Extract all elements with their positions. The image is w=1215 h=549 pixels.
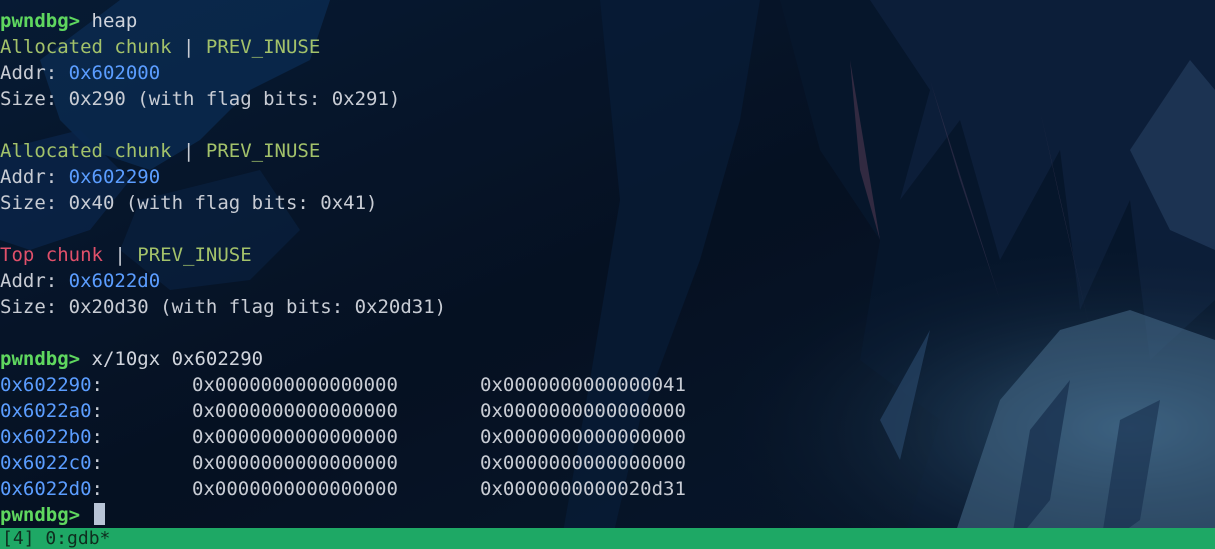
command-text: x/10gx 0x602290 (91, 348, 264, 370)
memory-address: 0x602290 (0, 374, 92, 396)
prompt: pwndbg> (0, 10, 81, 32)
chunk-address: 0x602290 (68, 166, 161, 188)
text-cursor (93, 503, 105, 525)
chunk-addr: Addr: 0x602290 (0, 164, 1215, 190)
memory-qword: 0x0000000000000000 (480, 426, 686, 448)
memory-qword: 0x0000000000000000 (192, 426, 398, 448)
chunk-address: 0x602000 (68, 62, 161, 84)
memory-qword: 0x0000000000000000 (192, 374, 398, 396)
input-line[interactable]: pwndbg> (0, 502, 1215, 528)
addr-label: Addr: (0, 166, 69, 188)
memory-row: 0x602290: 0x0000000000000000 0x00000000000… (0, 374, 686, 396)
prompt: pwndbg> (0, 348, 81, 370)
command-line-heap: pwndbg> heap (0, 8, 1215, 34)
command-line-examine: pwndbg> x/10gx 0x602290 (0, 346, 1215, 372)
memory-qword: 0x0000000000020d31 (480, 478, 686, 500)
chunk-flag: PREV_INUSE (205, 36, 321, 58)
memory-address: 0x6022d0 (0, 478, 92, 500)
chunk-header: Allocated chunk | PREV_INUSE (0, 34, 1215, 60)
addr-label: Addr: (0, 62, 69, 84)
window-indicator[interactable]: [4] 0:gdb* (0, 528, 110, 549)
memory-row: 0x6022a0: 0x0000000000000000 0x00000000000… (0, 400, 686, 422)
memory-qword: 0x0000000000000000 (192, 400, 398, 422)
tmux-status-bar: [4] 0:gdb* (0, 528, 1215, 549)
memory-qword: 0x0000000000000000 (480, 400, 686, 422)
addr-label: Addr: (0, 270, 69, 292)
chunk-separator: | (102, 244, 138, 266)
chunk-separator: | (171, 140, 206, 162)
memory-qword: 0x0000000000000000 (192, 478, 398, 500)
memory-qword: 0x0000000000000000 (480, 452, 686, 474)
chunk-flag: PREV_INUSE (205, 140, 321, 162)
chunk-addr: Addr: 0x602000 (0, 60, 1215, 86)
memory-address: 0x6022b0 (0, 426, 92, 448)
terminal-output[interactable]: pwndbg> heap Allocated chunk | PREV_INUS… (0, 8, 1215, 528)
memory-row: 0x6022c0: 0x0000000000000000 0x00000000000… (0, 452, 686, 474)
chunk-type: Allocated chunk (0, 36, 172, 58)
chunk-type: Top chunk (0, 244, 103, 266)
command-text: heap (91, 10, 138, 32)
memory-row: 0x6022b0: 0x0000000000000000 0x00000000000… (0, 426, 686, 448)
memory-qword: 0x0000000000000000 (192, 452, 398, 474)
chunk-size: Size: 0x290 (with flag bits: 0x291) (0, 88, 401, 110)
terminal-window[interactable]: pwndbg> heap Allocated chunk | PREV_INUS… (0, 0, 1215, 549)
memory-qword: 0x0000000000000041 (480, 374, 686, 396)
memory-address: 0x6022c0 (0, 452, 92, 474)
chunk-header: Top chunk | PREV_INUSE (0, 242, 1215, 268)
chunk-size: Size: 0x40 (with flag bits: 0x41) (0, 192, 378, 214)
memory-address: 0x6022a0 (0, 400, 92, 422)
chunk-header: Allocated chunk | PREV_INUSE (0, 138, 1215, 164)
memory-row: 0x6022d0: 0x0000000000000000 0x00000000000… (0, 478, 686, 500)
chunk-address: 0x6022d0 (68, 270, 161, 292)
prompt: pwndbg> (0, 504, 81, 526)
chunk-addr: Addr: 0x6022d0 (0, 268, 1215, 294)
chunk-size: Size: 0x20d30 (with flag bits: 0x20d31) (0, 296, 447, 318)
chunk-type: Allocated chunk (0, 140, 172, 162)
chunk-flag: PREV_INUSE (137, 244, 252, 266)
chunk-separator: | (171, 36, 206, 58)
